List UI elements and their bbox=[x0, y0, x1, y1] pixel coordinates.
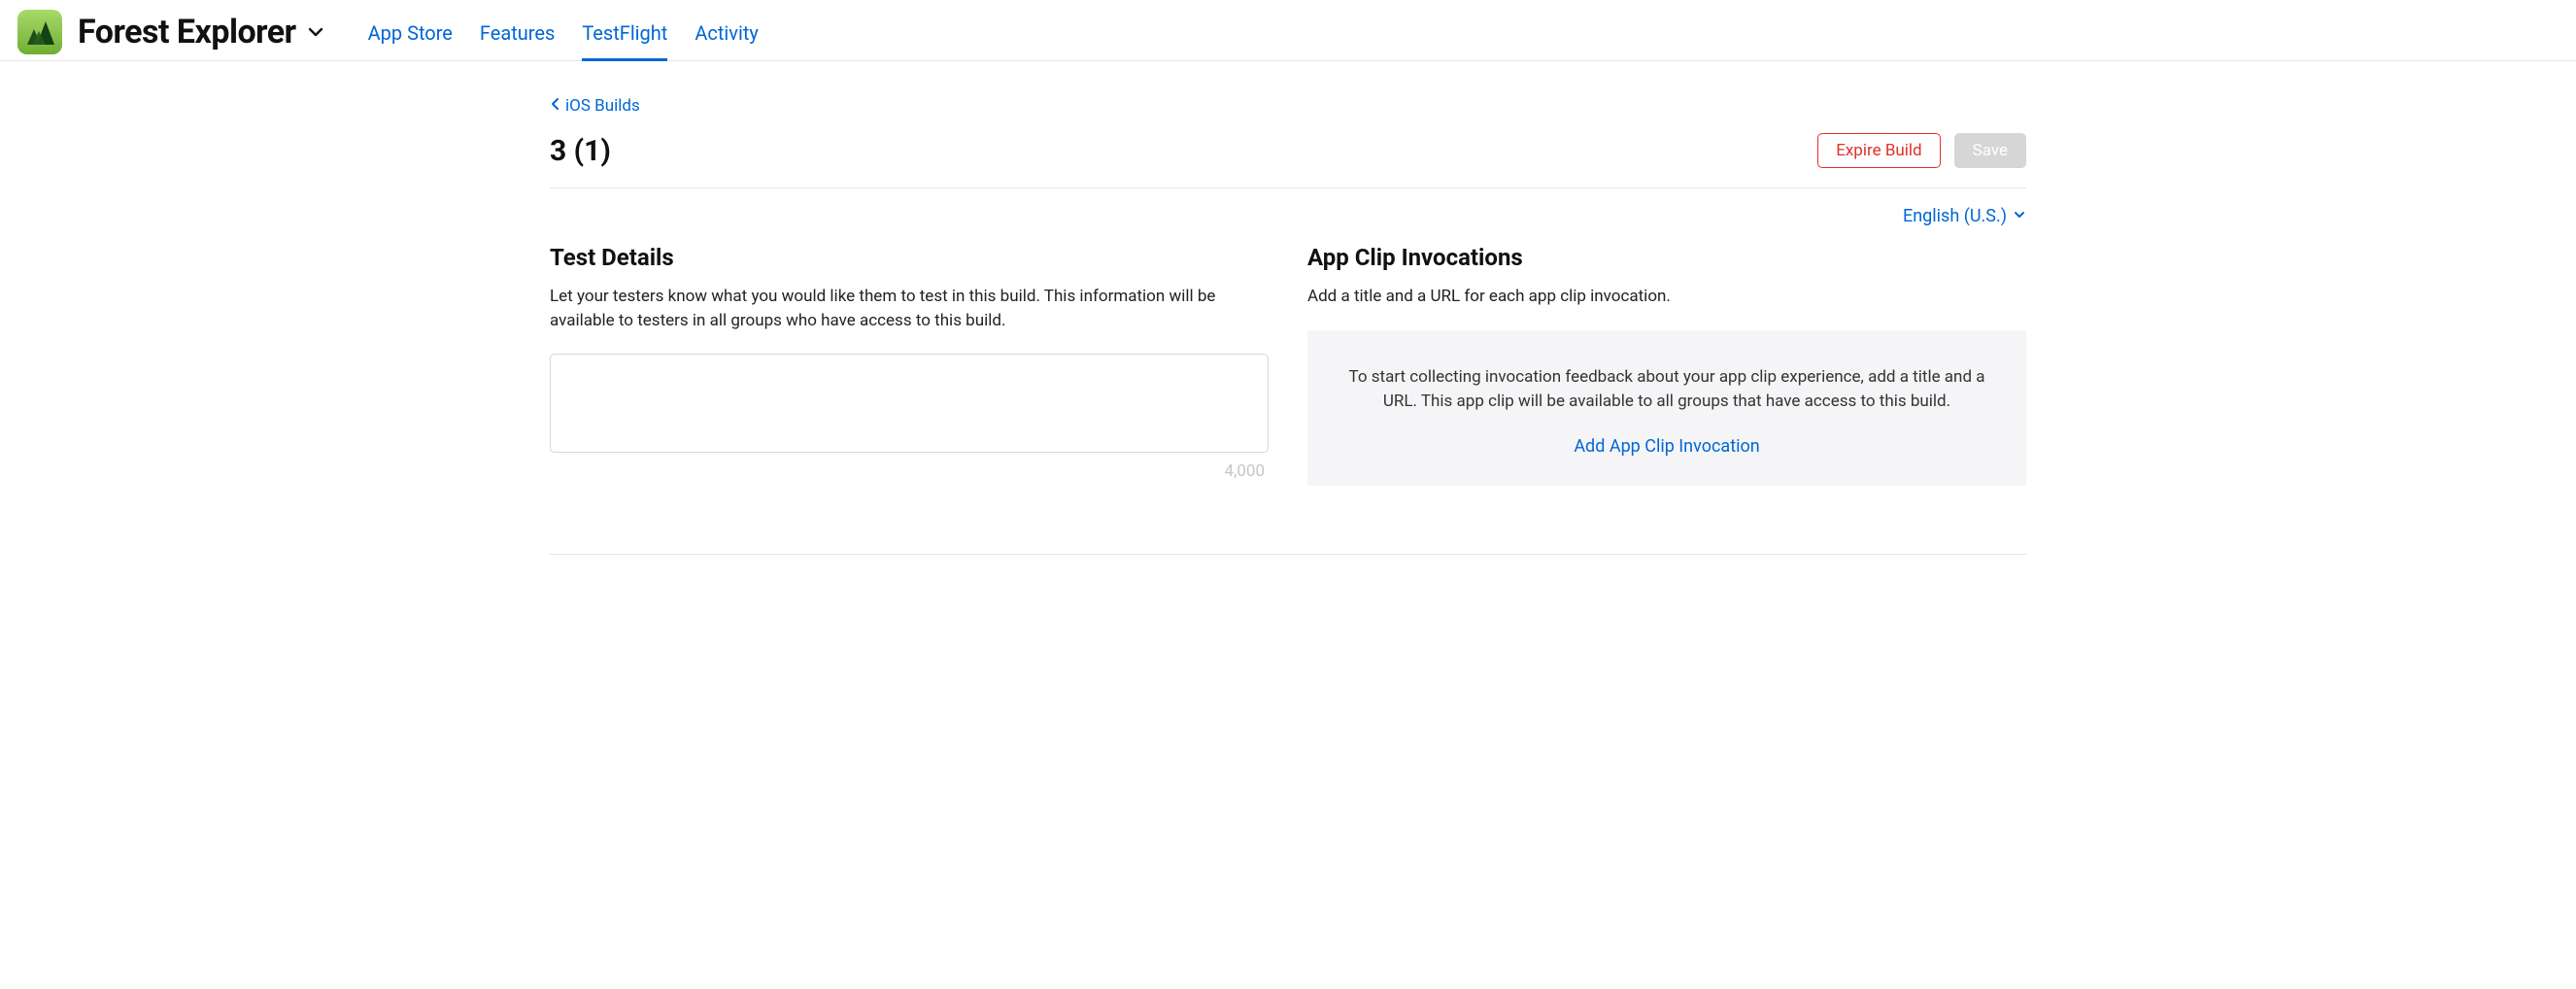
tab-testflight[interactable]: TestFlight bbox=[582, 4, 667, 60]
test-details-textarea-wrap: 4,000 bbox=[550, 354, 1269, 458]
tab-app-store[interactable]: App Store bbox=[368, 4, 453, 60]
app-clip-heading: App Clip Invocations bbox=[1307, 244, 2026, 271]
add-app-clip-invocation-link[interactable]: Add App Clip Invocation bbox=[1574, 436, 1759, 457]
char-count: 4,000 bbox=[1224, 461, 1265, 481]
app-clip-description: Add a title and a URL for each app clip … bbox=[1307, 285, 2026, 309]
nav-tabs: App Store Features TestFlight Activity bbox=[368, 4, 759, 60]
app-switcher[interactable]: Forest Explorer bbox=[78, 13, 325, 51]
app-clip-empty-box: To start collecting invocation feedback … bbox=[1307, 330, 2026, 486]
locale-row: English (U.S.) bbox=[550, 188, 2026, 234]
build-title: 3 (1) bbox=[550, 134, 611, 168]
app-header: Forest Explorer App Store Features TestF… bbox=[0, 0, 2576, 61]
chevron-down-icon bbox=[2013, 206, 2026, 226]
divider bbox=[550, 554, 2026, 555]
locale-selector[interactable]: English (U.S.) bbox=[1903, 206, 2026, 226]
title-actions: Expire Build Save bbox=[1817, 133, 2026, 168]
app-clip-section: App Clip Invocations Add a title and a U… bbox=[1307, 244, 2026, 486]
app-name: Forest Explorer bbox=[78, 13, 296, 51]
app-icon bbox=[17, 10, 62, 54]
save-button: Save bbox=[1954, 133, 2026, 168]
test-details-description: Let your testers know what you would lik… bbox=[550, 285, 1269, 332]
content: iOS Builds 3 (1) Expire Build Save Engli… bbox=[550, 61, 2026, 555]
breadcrumb-back[interactable]: iOS Builds bbox=[550, 96, 640, 116]
expire-build-button[interactable]: Expire Build bbox=[1817, 133, 1940, 168]
locale-label: English (U.S.) bbox=[1903, 206, 2007, 226]
test-details-heading: Test Details bbox=[550, 244, 1269, 271]
test-details-section: Test Details Let your testers know what … bbox=[550, 244, 1269, 486]
tab-activity[interactable]: Activity bbox=[695, 4, 758, 60]
columns: Test Details Let your testers know what … bbox=[550, 244, 2026, 486]
chevron-down-icon bbox=[306, 22, 325, 42]
test-details-input[interactable] bbox=[550, 354, 1269, 453]
breadcrumb-label: iOS Builds bbox=[565, 96, 640, 116]
title-row: 3 (1) Expire Build Save bbox=[550, 133, 2026, 188]
app-clip-empty-message: To start collecting invocation feedback … bbox=[1346, 365, 1987, 415]
chevron-left-icon bbox=[550, 96, 561, 116]
tab-features[interactable]: Features bbox=[480, 4, 555, 60]
